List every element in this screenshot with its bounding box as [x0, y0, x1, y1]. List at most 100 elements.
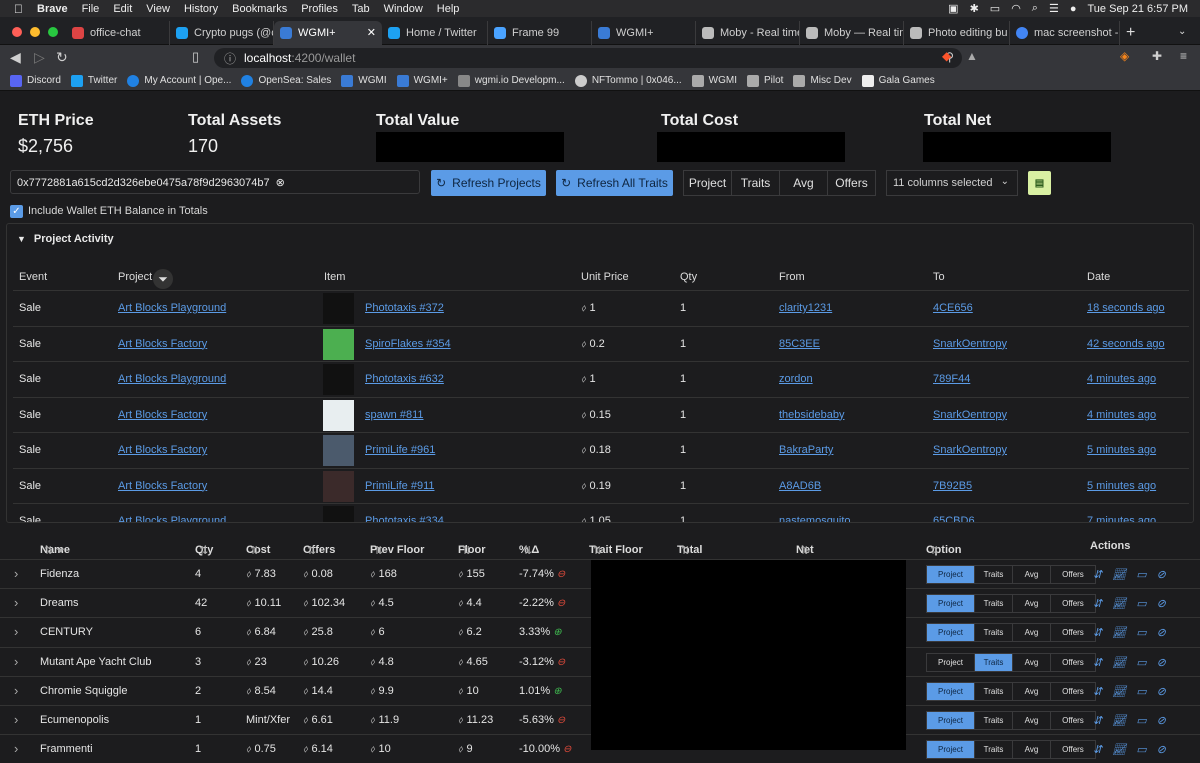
tab-wgmi-active[interactable]: WGMI+ ✕	[274, 21, 382, 45]
from-link[interactable]: nastemosquito	[779, 515, 851, 522]
item-thumbnail[interactable]	[323, 293, 354, 324]
sort-list-icon[interactable]: ⇵	[1093, 685, 1102, 698]
menu-edit[interactable]: Edit	[113, 3, 132, 15]
seg-avg[interactable]: Avg	[780, 171, 828, 195]
option-project[interactable]: Project	[927, 595, 975, 613]
menu-help[interactable]: Help	[437, 3, 460, 15]
hide-icon[interactable]: ⊘	[1157, 597, 1166, 610]
hide-icon[interactable]: ⊘	[1157, 714, 1166, 727]
from-link[interactable]: 85C3EE	[779, 338, 820, 350]
chart-icon[interactable]: 📈︎	[1112, 568, 1126, 581]
bookmark-wgmi-plus[interactable]: WGMI+	[396, 74, 448, 87]
folder-icon[interactable]: ▭	[1136, 597, 1146, 610]
tab-moby-1[interactable]: Moby - Real time N	[696, 21, 800, 45]
remove-chip-icon[interactable]: ⊗	[276, 176, 285, 189]
date-link[interactable]: 4 minutes ago	[1087, 373, 1156, 385]
option-project[interactable]: Project	[927, 566, 975, 583]
extensions-icon[interactable]: ✚	[1152, 49, 1162, 63]
option-avg[interactable]: Avg	[1013, 682, 1051, 700]
brave-rewards-icon[interactable]: ▲	[966, 49, 978, 63]
sort-list-icon[interactable]: ⇵	[1093, 597, 1102, 610]
item-thumbnail[interactable]	[323, 328, 354, 360]
export-excel-button[interactable]: ▤	[1028, 171, 1051, 195]
columns-select[interactable]: 11 columns selected ⌄	[886, 170, 1018, 196]
bookmark-folder-pilot[interactable]: Pilot	[747, 74, 783, 87]
option-offers[interactable]: Offers	[1051, 566, 1095, 583]
sort-list-icon[interactable]: ⇵	[1093, 714, 1102, 727]
to-link[interactable]: SnarkOentropy	[933, 338, 1007, 350]
item-thumbnail[interactable]	[323, 470, 354, 502]
menu-app-name[interactable]: Brave	[37, 3, 68, 15]
option-project[interactable]: Project	[927, 682, 975, 700]
include-eth-checkbox[interactable]: ✓	[10, 205, 23, 218]
seg-traits[interactable]: Traits	[732, 171, 780, 195]
project-link[interactable]: Art Blocks Playground	[118, 515, 226, 522]
date-link[interactable]: 4 minutes ago	[1087, 409, 1156, 421]
bookmark-nftommo[interactable]: NFTommo | 0x046...	[574, 74, 682, 87]
folder-icon[interactable]: ▭	[1136, 568, 1146, 581]
expand-row-icon[interactable]: ›	[14, 595, 18, 610]
option-offers[interactable]: Offers	[1051, 624, 1095, 641]
bookmark-my-account[interactable]: My Account | Ope...	[127, 74, 231, 87]
from-link[interactable]: BakraParty	[779, 444, 833, 456]
forward-icon[interactable]: ▷	[34, 49, 45, 66]
bookmark-discord[interactable]: Discord	[10, 74, 61, 87]
include-eth-label[interactable]: Include Wallet ETH Balance in Totals	[28, 205, 208, 217]
siri-icon[interactable]: ●	[1070, 3, 1077, 15]
expand-row-icon[interactable]: ›	[14, 624, 18, 639]
item-link[interactable]: spawn #811	[365, 409, 424, 421]
tab-home-twitter[interactable]: Home / Twitter	[382, 21, 488, 45]
option-project[interactable]: Project	[927, 712, 975, 729]
date-link[interactable]: 42 seconds ago	[1087, 338, 1165, 350]
menu-icon[interactable]: ≡	[1180, 49, 1187, 63]
close-tab-icon[interactable]: ✕	[367, 26, 376, 39]
project-link[interactable]: Art Blocks Factory	[118, 444, 207, 456]
wallet-address-input[interactable]: 0x7772881a615cd2d326ebe0475a78f9d2963074…	[10, 170, 420, 194]
hide-icon[interactable]: ⊘	[1157, 685, 1166, 698]
from-link[interactable]: clarity1231	[779, 302, 832, 314]
date-link[interactable]: 7 minutes ago	[1087, 515, 1156, 522]
battery-icon[interactable]: ▭	[990, 2, 1000, 15]
date-link[interactable]: 5 minutes ago	[1087, 480, 1156, 492]
menu-history[interactable]: History	[184, 3, 218, 15]
filter-icon[interactable]: ⏷	[153, 269, 173, 289]
menu-bookmarks[interactable]: Bookmarks	[232, 3, 287, 15]
from-link[interactable]: thebsidebaby	[779, 409, 844, 421]
wifi-icon[interactable]: ◠	[1011, 2, 1021, 15]
to-link[interactable]: 65CBD6	[933, 515, 975, 522]
option-offers[interactable]: Offers	[1051, 654, 1095, 671]
folder-icon[interactable]: ▭	[1136, 685, 1146, 698]
bookmark-wgmi[interactable]: WGMI	[341, 74, 387, 87]
chart-icon[interactable]: 📈︎	[1112, 714, 1126, 727]
hide-icon[interactable]: ⊘	[1157, 626, 1166, 639]
item-link[interactable]: PrimiLife #911	[365, 480, 435, 492]
menu-file[interactable]: File	[82, 3, 100, 15]
option-traits[interactable]: Traits	[975, 624, 1013, 642]
tab-frame-99[interactable]: Frame 99	[488, 21, 592, 45]
minimize-window-button[interactable]	[30, 27, 40, 37]
option-traits[interactable]: Traits	[975, 712, 1013, 729]
option-avg[interactable]: Avg	[1013, 653, 1051, 671]
from-link[interactable]: A8AD6B	[779, 480, 821, 492]
tab-photo-editing[interactable]: Photo editing bu	[904, 21, 1010, 45]
option-offers[interactable]: Offers	[1051, 595, 1095, 612]
back-icon[interactable]: ◀	[10, 49, 21, 66]
seg-project[interactable]: Project	[684, 171, 732, 195]
folder-icon[interactable]: ▭	[1136, 626, 1146, 639]
tab-office-chat[interactable]: office-chat	[66, 21, 170, 45]
address-bar[interactable]: ⓘ localhost:4200/wallet ⚲	[214, 48, 962, 68]
item-link[interactable]: Phototaxis #334	[365, 515, 444, 522]
search-icon[interactable]: ⌕	[1032, 2, 1038, 15]
metamask-icon[interactable]: ◈	[1120, 49, 1129, 63]
chart-icon[interactable]: 📈︎	[1112, 685, 1126, 698]
item-link[interactable]: Phototaxis #372	[365, 302, 444, 314]
bookmark-gala-games[interactable]: Gala Games	[861, 74, 935, 87]
item-link[interactable]: SpiroFlakes #354	[365, 338, 451, 350]
date-link[interactable]: 5 minutes ago	[1087, 444, 1156, 456]
sort-list-icon[interactable]: ⇵	[1093, 626, 1102, 639]
refresh-all-traits-button[interactable]: ↻ Refresh All Traits	[556, 170, 673, 196]
option-avg[interactable]: Avg	[1013, 595, 1051, 613]
option-avg[interactable]: Avg	[1013, 712, 1051, 729]
chart-icon[interactable]: 📈︎	[1112, 656, 1126, 669]
new-tab-icon[interactable]: +	[1126, 24, 1135, 42]
